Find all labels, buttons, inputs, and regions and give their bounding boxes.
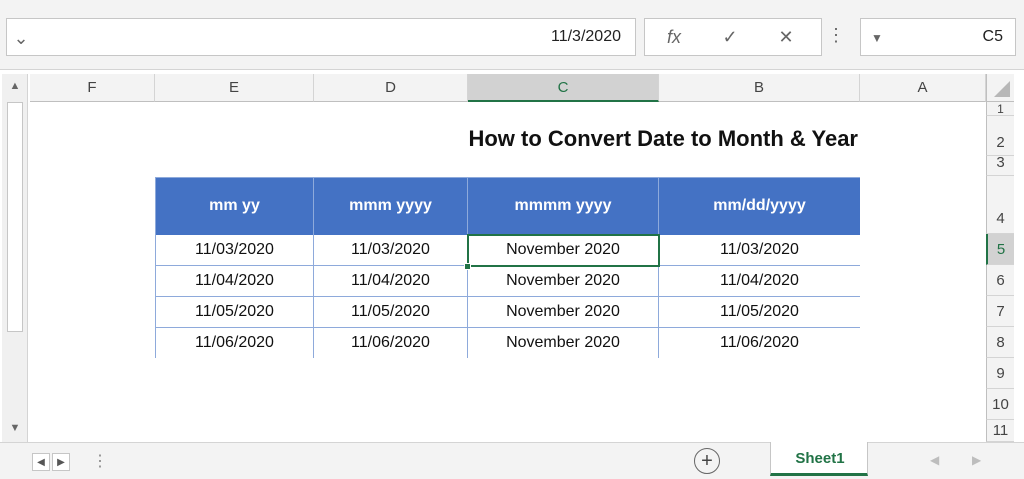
formula-bar-area: ⌄ 11/3/2020 fx ✓ ✕ ⋮ ▼ C5 <box>0 0 1024 70</box>
row-header-5[interactable]: 5 <box>986 234 1014 265</box>
active-cell-outline <box>467 234 660 267</box>
row-header-11[interactable]: 11 <box>986 420 1014 442</box>
column-header-d[interactable]: D <box>314 74 468 102</box>
table-cell[interactable]: 11/04/2020 <box>659 266 860 297</box>
tab-scroll-left-button[interactable]: ◀ <box>32 453 50 471</box>
table-cell[interactable]: 11/05/2020 <box>314 297 468 328</box>
row-header-1[interactable]: 1 <box>986 102 1014 116</box>
table-header-mm-yy[interactable]: mm yy <box>156 178 314 235</box>
fill-handle[interactable] <box>464 263 471 270</box>
column-header-b[interactable]: B <box>659 74 860 102</box>
scroll-down-icon[interactable]: ▼ <box>2 418 28 440</box>
column-header-c[interactable]: C <box>468 74 659 102</box>
row-header-8[interactable]: 8 <box>986 327 1014 358</box>
name-box[interactable]: ▼ C5 <box>860 18 1016 56</box>
more-options-icon[interactable]: ⋮ <box>826 20 846 50</box>
fx-icon[interactable]: fx <box>657 22 691 52</box>
name-box-value: C5 <box>982 28 1003 45</box>
sheet-tab-sheet1[interactable]: Sheet1 <box>770 442 868 476</box>
formula-value: 11/3/2020 <box>551 28 621 45</box>
scroll-thumb[interactable] <box>7 102 23 332</box>
table-cell[interactable]: 11/03/2020 <box>659 235 860 266</box>
vertical-scrollbar[interactable]: ▲ ▼ <box>2 74 28 442</box>
sheet-nav-next-icon[interactable]: ▶ <box>972 453 981 467</box>
expand-formula-icon[interactable]: ⌄ <box>9 23 33 53</box>
column-header-f[interactable]: F <box>30 74 155 102</box>
sheet-tabs-bar: ◀ ▶ ⋮ + Sheet1 ◀ ▶ <box>0 442 1024 479</box>
name-box-dropdown-icon[interactable]: ▼ <box>867 23 887 53</box>
row-header-10[interactable]: 10 <box>986 389 1014 420</box>
row-header-7[interactable]: 7 <box>986 296 1014 327</box>
scroll-up-icon[interactable]: ▲ <box>2 76 28 98</box>
splitter-handle-icon[interactable]: ⋮ <box>92 451 108 471</box>
select-all-corner[interactable] <box>986 74 1014 102</box>
row-header-4[interactable]: 4 <box>986 176 1014 234</box>
row-header-3[interactable]: 3 <box>986 155 1014 176</box>
table-header-mmm-yyyy[interactable]: mmm yyyy <box>314 178 468 235</box>
table-cell[interactable]: 11/04/2020 <box>156 266 314 297</box>
table-cell[interactable]: 11/03/2020 <box>156 235 314 266</box>
data-table: mm/dd/yyyy mmmm yyyy mmm yyyy mm yy 11/0… <box>155 177 860 358</box>
table-cell[interactable]: 11/06/2020 <box>659 328 860 358</box>
table-cell[interactable]: 11/05/2020 <box>156 297 314 328</box>
cancel-icon[interactable]: ✕ <box>769 22 803 52</box>
formula-buttons: fx ✓ ✕ <box>644 18 822 56</box>
sheet-title[interactable]: How to Convert Date to Month & Year <box>388 126 858 152</box>
enter-icon[interactable]: ✓ <box>713 22 747 52</box>
table-cell[interactable]: November 2020 <box>468 328 659 358</box>
row-header-9[interactable]: 9 <box>986 358 1014 389</box>
sheet-tab-label: Sheet1 <box>795 450 845 467</box>
sheet-nav-prev-icon[interactable]: ◀ <box>930 453 939 467</box>
column-header-e[interactable]: E <box>155 74 314 102</box>
table-header-mmmm-yyyy[interactable]: mmmm yyyy <box>468 178 659 235</box>
table-cell[interactable]: November 2020 <box>468 266 659 297</box>
table-cell[interactable]: 11/03/2020 <box>314 235 468 266</box>
table-header-mm-dd-yyyy[interactable]: mm/dd/yyyy <box>659 178 860 235</box>
row-header-2[interactable]: 2 <box>986 116 1014 156</box>
add-sheet-button[interactable]: + <box>694 448 720 474</box>
table-cell[interactable]: 11/06/2020 <box>156 328 314 358</box>
tab-scroll-right-button[interactable]: ▶ <box>52 453 70 471</box>
table-cell[interactable]: 11/04/2020 <box>314 266 468 297</box>
table-cell[interactable]: 11/05/2020 <box>659 297 860 328</box>
formula-input[interactable]: ⌄ 11/3/2020 <box>6 18 636 56</box>
table-cell[interactable]: 11/06/2020 <box>314 328 468 358</box>
table-cell[interactable]: November 2020 <box>468 297 659 328</box>
row-header-6[interactable]: 6 <box>986 265 1014 296</box>
column-header-a[interactable]: A <box>860 74 986 102</box>
